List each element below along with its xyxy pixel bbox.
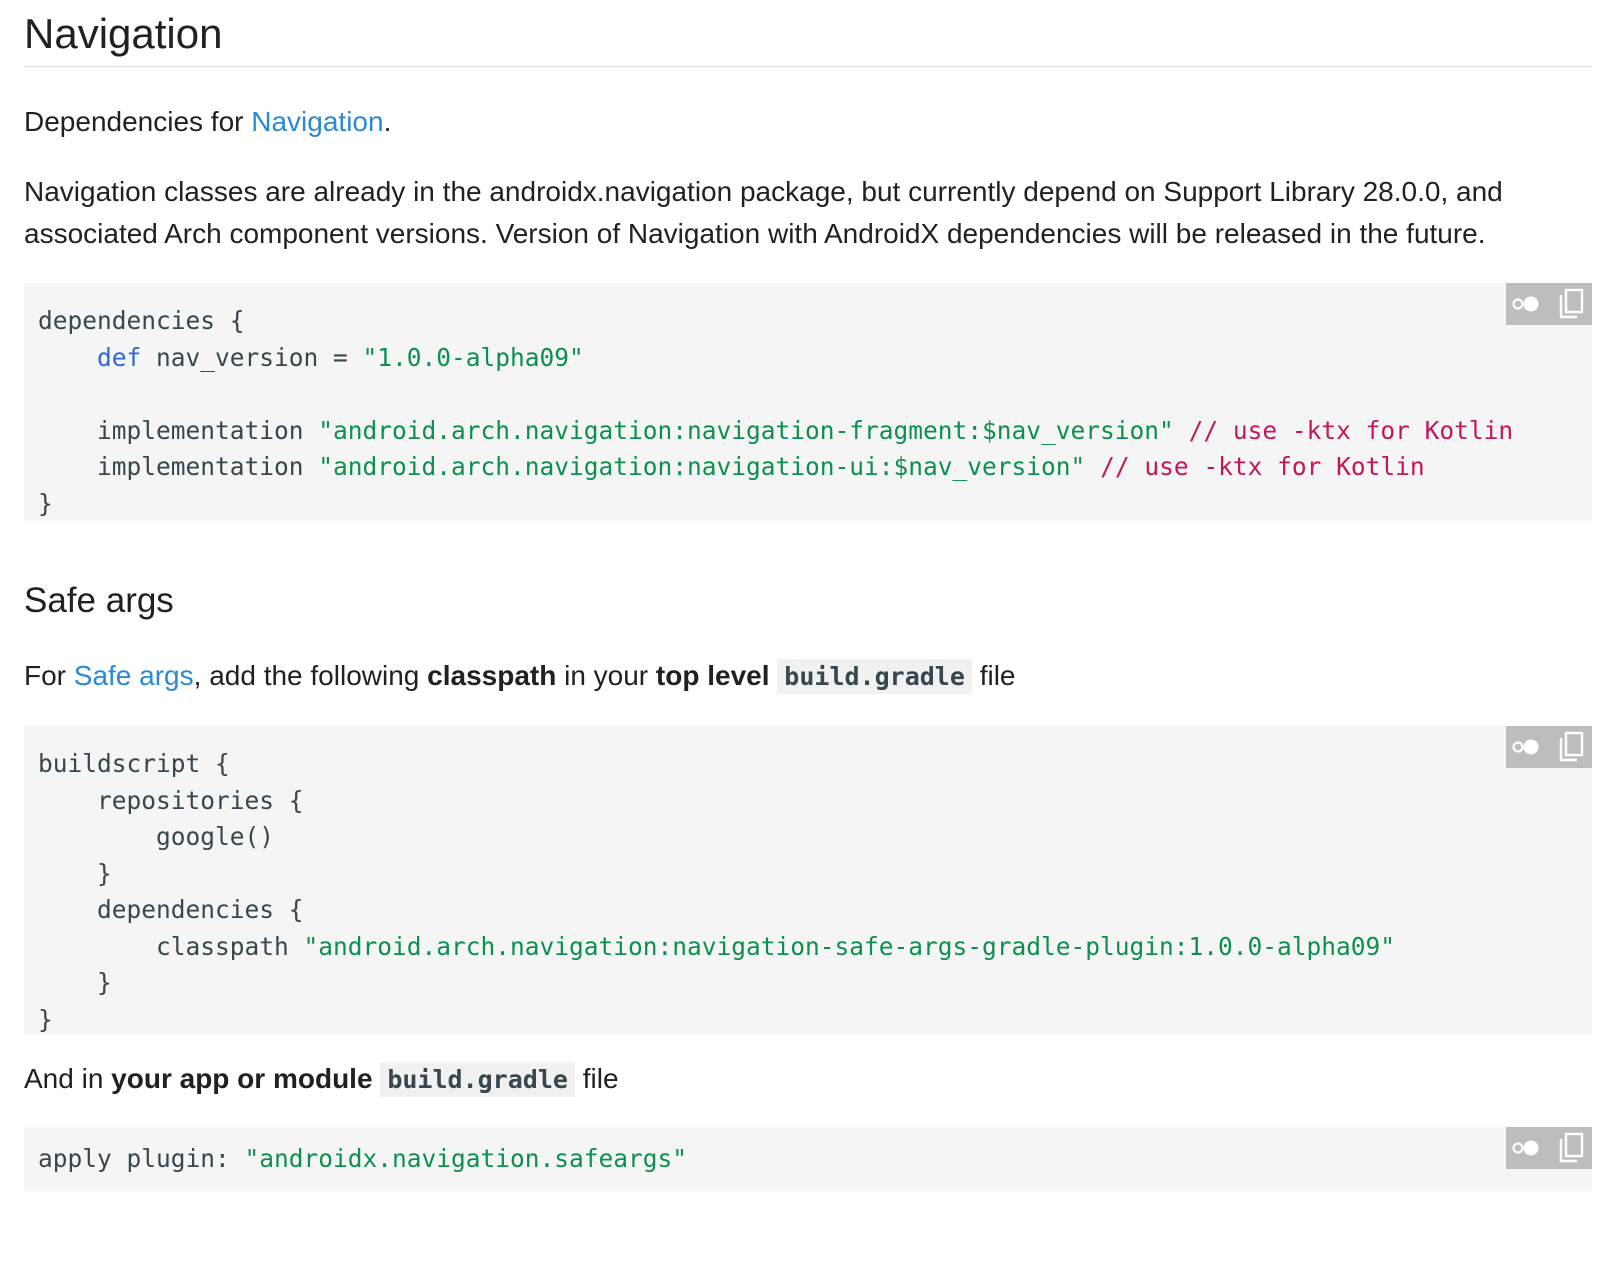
buildscript-code: buildscript { repositories { google() } … bbox=[38, 746, 1578, 1038]
code-keyword: def bbox=[97, 342, 142, 372]
deps-intro-prefix: Dependencies for bbox=[24, 106, 252, 137]
code-line: classpath bbox=[156, 931, 304, 961]
safe-args-intro-mid: in your bbox=[556, 660, 656, 691]
safe-args-link[interactable]: Safe args bbox=[74, 660, 194, 691]
code-line: apply plugin: bbox=[38, 1144, 245, 1173]
code-string: "1.0.0-alpha09" bbox=[362, 342, 584, 372]
code-line: } bbox=[38, 1004, 53, 1034]
code-string: "android.arch.navigation:navigation-frag… bbox=[318, 415, 1174, 445]
app-module-bold: your app or module bbox=[111, 1063, 373, 1094]
top-level-bold: top level bbox=[655, 660, 770, 691]
copy-icon[interactable] bbox=[1554, 730, 1588, 764]
page-title: Navigation bbox=[24, 0, 1592, 67]
dark-theme-toggle-icon[interactable] bbox=[1510, 730, 1544, 764]
safe-args-intro-mid: , add the following bbox=[193, 660, 428, 691]
buildscript-code-block: buildscript { repositories { google() } … bbox=[24, 726, 1592, 1034]
code-line: nav_version = bbox=[141, 342, 363, 372]
code-line: implementation bbox=[97, 415, 319, 445]
code-line: implementation bbox=[97, 452, 319, 481]
code-line: } bbox=[97, 968, 112, 997]
code-comment: // use -ktx for Kotlin bbox=[1188, 415, 1514, 445]
code-string: "androidx.navigation.safeargs" bbox=[244, 1144, 688, 1173]
code-line: } bbox=[38, 488, 53, 518]
navigation-description: Navigation classes are already in the an… bbox=[24, 176, 1503, 249]
code-actions bbox=[1506, 1127, 1592, 1169]
code-actions bbox=[1506, 726, 1592, 768]
code-line: buildscript { bbox=[38, 749, 230, 778]
navigation-code: dependencies { def nav_version = "1.0.0-… bbox=[38, 303, 1578, 522]
app-intro-suffix: file bbox=[574, 1063, 619, 1094]
navigation-code-block: dependencies { def nav_version = "1.0.0-… bbox=[24, 283, 1592, 521]
safe-args-title: Safe args bbox=[24, 581, 174, 620]
code-line: dependencies { bbox=[97, 895, 304, 924]
code-line: repositories { bbox=[97, 785, 304, 815]
page-content: Navigation Dependencies for Navigation. … bbox=[24, 0, 1592, 1191]
code-line: google() bbox=[156, 822, 275, 851]
apply-plugin-code-block: apply plugin: "androidx.navigation.safea… bbox=[24, 1127, 1592, 1191]
dark-theme-toggle-icon[interactable] bbox=[1510, 1131, 1544, 1165]
navigation-link[interactable]: Navigation bbox=[251, 106, 383, 137]
deps-intro-suffix: . bbox=[383, 106, 392, 137]
apply-plugin-code: apply plugin: "androidx.navigation.safea… bbox=[38, 1141, 1578, 1178]
deps-intro-text: Dependencies for Navigation. bbox=[24, 101, 1592, 143]
classpath-bold: classpath bbox=[427, 660, 557, 691]
app-intro-prefix: And in bbox=[24, 1063, 112, 1094]
copy-icon[interactable] bbox=[1554, 287, 1588, 321]
inline-code-build-gradle: build.gradle bbox=[380, 1062, 575, 1097]
code-string: "android.arch.navigation:navigation-safe… bbox=[303, 931, 1396, 961]
code-line: } bbox=[97, 858, 112, 888]
code-actions bbox=[1506, 283, 1592, 325]
copy-icon[interactable] bbox=[1554, 1131, 1588, 1165]
code-string: "android.arch.navigation:navigation-ui:$… bbox=[318, 452, 1086, 481]
code-comment: // use -ktx for Kotlin bbox=[1100, 452, 1425, 481]
dark-theme-toggle-icon[interactable] bbox=[1510, 287, 1544, 321]
safe-args-intro-prefix: For bbox=[24, 660, 74, 691]
safe-args-intro-text: For Safe args, add the following classpa… bbox=[24, 655, 1592, 698]
code-line: dependencies { bbox=[38, 306, 245, 335]
safe-args-intro-suffix: file bbox=[971, 660, 1016, 691]
app-module-intro-text: And in your app or module build.gradle f… bbox=[24, 1058, 1592, 1101]
inline-code-build-gradle: build.gradle bbox=[777, 659, 972, 694]
